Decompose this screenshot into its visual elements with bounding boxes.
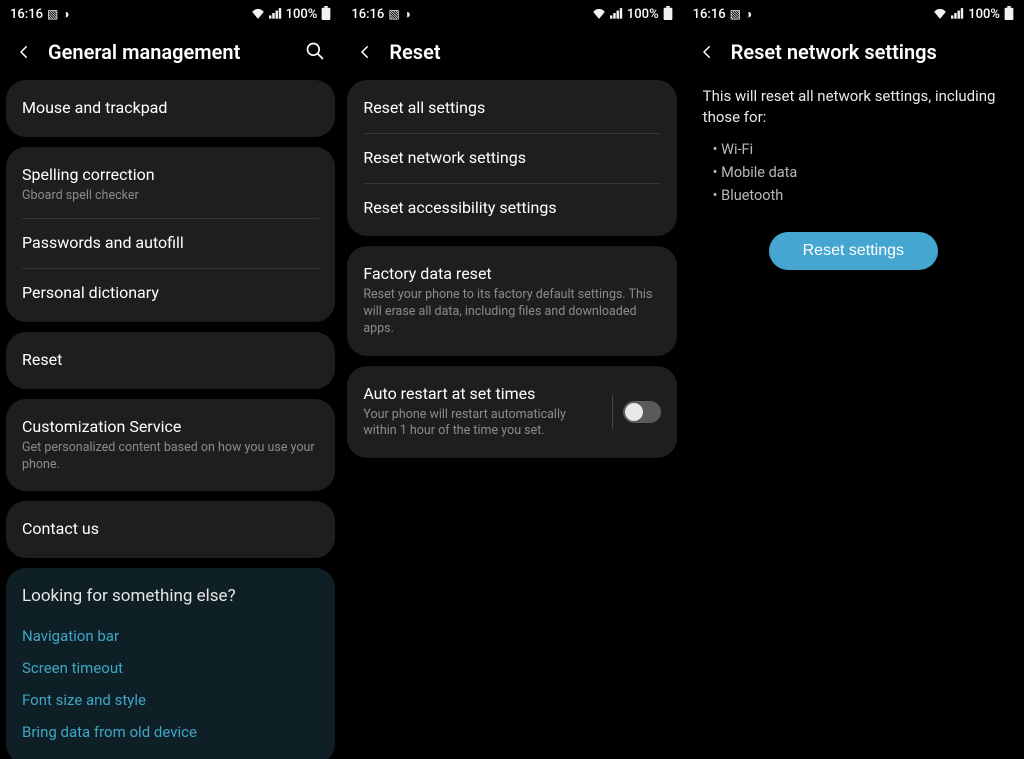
suggestion-link-screen-timeout[interactable]: Screen timeout bbox=[22, 652, 319, 684]
row-reset-network[interactable]: Reset network settings bbox=[347, 134, 676, 183]
row-reset-accessibility[interactable]: Reset accessibility settings bbox=[347, 184, 676, 233]
row-label: Personal dictionary bbox=[22, 283, 319, 304]
back-button[interactable] bbox=[355, 42, 375, 62]
status-bar: 16:16 ▧ ◑ 100% bbox=[683, 0, 1024, 28]
row-label: Spelling correction bbox=[22, 165, 319, 186]
status-bar: 16:16 ▧ ◑ 100% bbox=[341, 0, 682, 28]
back-button[interactable] bbox=[697, 42, 717, 62]
header: General management bbox=[0, 28, 341, 80]
suggestion-link-font-size[interactable]: Font size and style bbox=[22, 684, 319, 716]
row-label: Contact us bbox=[22, 519, 319, 540]
row-subtitle: Your phone will restart automatically wi… bbox=[363, 407, 599, 441]
toggle-knob bbox=[625, 403, 643, 421]
suggestions-card: Looking for something else? Navigation b… bbox=[6, 568, 335, 759]
row-auto-restart[interactable]: Auto restart at set times Your phone wil… bbox=[347, 370, 676, 455]
battery-icon bbox=[321, 6, 331, 23]
row-label: Auto restart at set times bbox=[363, 384, 599, 405]
auto-restart-toggle[interactable] bbox=[623, 401, 661, 423]
row-reset[interactable]: Reset bbox=[6, 336, 335, 385]
battery-icon bbox=[1004, 6, 1014, 23]
row-label: Customization Service bbox=[22, 417, 319, 438]
screen-reset-network: 16:16 ▧ ◑ 100% Reset network settings Th… bbox=[683, 0, 1024, 759]
row-subtitle: Reset your phone to its factory default … bbox=[363, 287, 660, 338]
battery-pct: 100% bbox=[968, 7, 1000, 22]
row-label: Reset all settings bbox=[363, 98, 660, 119]
row-personal-dictionary[interactable]: Personal dictionary bbox=[6, 269, 335, 318]
header: Reset network settings bbox=[683, 28, 1024, 80]
divider-vertical bbox=[612, 395, 613, 429]
header: Reset bbox=[341, 28, 682, 80]
signal-icon bbox=[951, 7, 964, 22]
row-customization-service[interactable]: Customization Service Get personalized c… bbox=[6, 403, 335, 488]
row-label: Mouse and trackpad bbox=[22, 98, 319, 119]
status-time: 16:16 bbox=[693, 7, 726, 22]
image-icon: ▧ bbox=[388, 7, 399, 21]
moon-icon: ◑ bbox=[62, 7, 69, 21]
moon-icon: ◑ bbox=[404, 7, 411, 21]
bullet-wifi: Wi-Fi bbox=[713, 138, 1004, 161]
row-label: Reset network settings bbox=[363, 148, 660, 169]
suggestion-link-bring-data[interactable]: Bring data from old device bbox=[22, 716, 319, 748]
wifi-icon bbox=[251, 7, 265, 22]
image-icon: ▧ bbox=[730, 7, 741, 21]
page-title: Reset bbox=[389, 40, 668, 64]
status-bar: 16:16 ▧ ◑ 100% bbox=[0, 0, 341, 28]
status-time: 16:16 bbox=[10, 7, 43, 22]
signal-icon bbox=[269, 7, 282, 22]
status-time: 16:16 bbox=[351, 7, 384, 22]
row-subtitle: Gboard spell checker bbox=[22, 188, 319, 205]
page-title: General management bbox=[48, 40, 291, 64]
description-text: This will reset all network settings, in… bbox=[685, 80, 1022, 128]
row-label: Passwords and autofill bbox=[22, 233, 319, 254]
row-spelling-correction[interactable]: Spelling correction Gboard spell checker bbox=[6, 151, 335, 219]
wifi-icon bbox=[933, 7, 947, 22]
row-subtitle: Get personalized content based on how yo… bbox=[22, 440, 319, 474]
bullet-bluetooth: Bluetooth bbox=[713, 184, 1004, 207]
row-label: Reset bbox=[22, 350, 319, 371]
row-label: Factory data reset bbox=[363, 264, 660, 285]
bullet-mobile-data: Mobile data bbox=[713, 161, 1004, 184]
row-reset-all[interactable]: Reset all settings bbox=[347, 84, 676, 133]
signal-icon bbox=[610, 7, 623, 22]
page-title: Reset network settings bbox=[731, 40, 1010, 64]
screen-reset: 16:16 ▧ ◑ 100% Reset Reset all settings bbox=[341, 0, 682, 759]
moon-icon: ◑ bbox=[745, 7, 752, 21]
screen-general-management: 16:16 ▧ ◑ 100% General management bbox=[0, 0, 341, 759]
back-button[interactable] bbox=[14, 42, 34, 62]
battery-pct: 100% bbox=[627, 7, 659, 22]
bullet-list: Wi-Fi Mobile data Bluetooth bbox=[685, 128, 1022, 208]
image-icon: ▧ bbox=[47, 7, 58, 21]
reset-settings-button[interactable]: Reset settings bbox=[769, 232, 938, 270]
search-button[interactable] bbox=[305, 41, 327, 63]
suggestion-link-navigation-bar[interactable]: Navigation bar bbox=[22, 620, 319, 652]
wifi-icon bbox=[592, 7, 606, 22]
row-passwords-autofill[interactable]: Passwords and autofill bbox=[6, 219, 335, 268]
row-label: Reset accessibility settings bbox=[363, 198, 660, 219]
suggestions-title: Looking for something else? bbox=[22, 586, 319, 606]
row-factory-reset[interactable]: Factory data reset Reset your phone to i… bbox=[347, 250, 676, 351]
row-contact-us[interactable]: Contact us bbox=[6, 505, 335, 554]
row-mouse-trackpad[interactable]: Mouse and trackpad bbox=[6, 84, 335, 133]
battery-pct: 100% bbox=[286, 7, 318, 22]
battery-icon bbox=[663, 6, 673, 23]
